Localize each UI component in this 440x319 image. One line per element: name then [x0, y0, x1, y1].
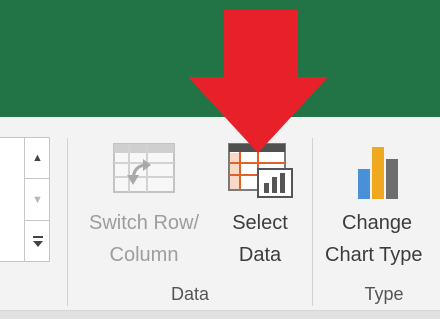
red-arrow	[188, 10, 328, 153]
